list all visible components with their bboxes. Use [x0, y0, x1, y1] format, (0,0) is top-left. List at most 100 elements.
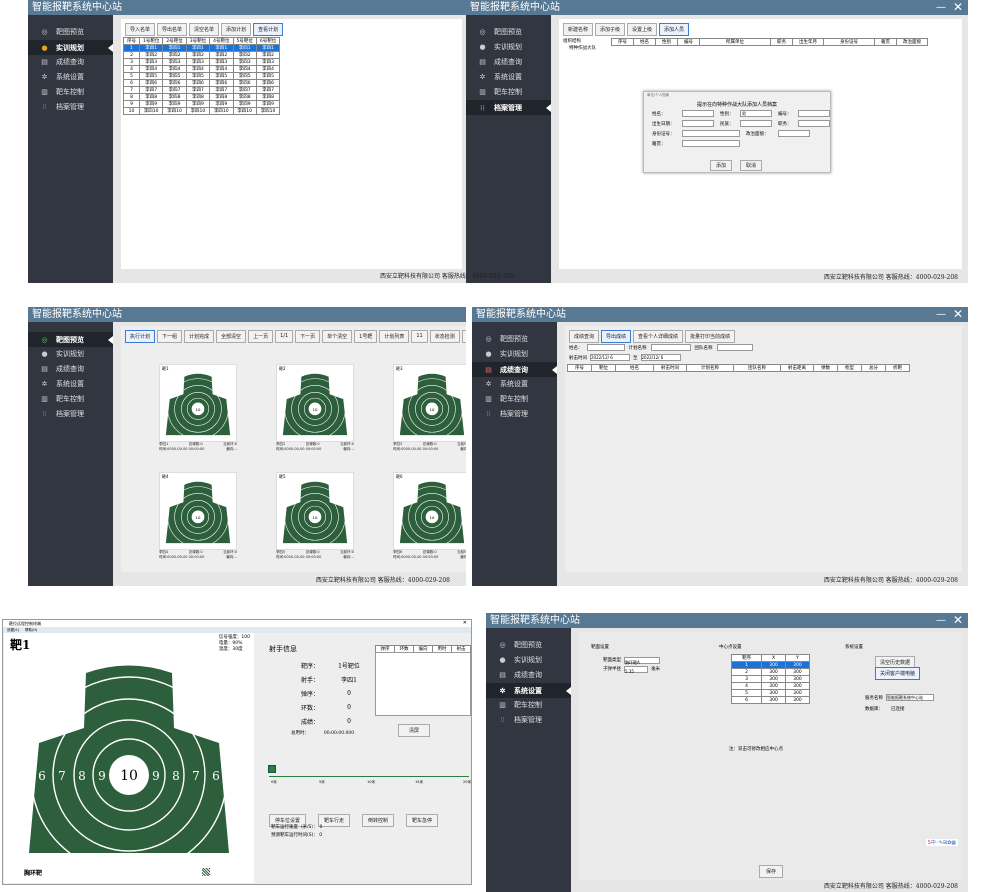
toolbar-button[interactable]: 定时射击 — [461, 330, 466, 343]
table-cell[interactable]: 李四9 — [138, 100, 164, 108]
sidebar-item-preview[interactable]: ◎ 靶图预览 — [28, 25, 113, 40]
sidebar-item-archive[interactable]: ⁞⁞ 档案管理 — [472, 407, 557, 422]
bullet-radius-input[interactable]: 5.35 — [624, 666, 648, 674]
table-cell[interactable]: 8 — [123, 93, 140, 101]
table-cell[interactable]: 李四4 — [138, 65, 164, 73]
sidebar-item-preview[interactable]: ◎ 靶图预览 — [472, 332, 557, 347]
ethnic-field[interactable] — [740, 120, 772, 127]
table-cell[interactable]: 6 — [123, 79, 140, 87]
table-cell[interactable]: 李四3 — [255, 58, 281, 66]
import-button[interactable]: 导入名单 — [125, 23, 156, 36]
table-cell[interactable]: 李四6 — [232, 79, 257, 87]
sidebar-item-score[interactable]: ▤ 成绩查询 — [466, 55, 551, 70]
table-cell[interactable]: 李四10 — [209, 107, 234, 115]
table-cell[interactable]: 1 — [731, 661, 762, 669]
table-cell[interactable]: 7 — [123, 86, 140, 94]
name-field[interactable] — [682, 110, 714, 117]
table-cell[interactable]: 李四8 — [185, 93, 211, 101]
table-cell[interactable]: 李四7 — [185, 86, 211, 94]
table-cell[interactable]: 李四8 — [232, 93, 257, 101]
table-cell[interactable]: 李四5 — [232, 72, 257, 80]
table-cell[interactable]: 李四6 — [162, 79, 187, 87]
server-name-input[interactable]: 智能报靶系统中心站 — [886, 694, 934, 701]
table-cell[interactable]: 李四6 — [138, 79, 164, 87]
table-cell[interactable]: 李四4 — [232, 65, 257, 73]
table-cell[interactable]: 李四3 — [232, 58, 257, 66]
table-cell[interactable]: 300 — [760, 675, 787, 683]
table-row[interactable]: 6 300 300 — [731, 696, 810, 704]
table-cell[interactable]: 李四3 — [138, 58, 164, 66]
table-cell[interactable]: 300 — [760, 696, 787, 704]
target-card[interactable]: 靶1 10 李四1 总弹数:0 当前环:0 时间:0000-00-00 00:00:… — [159, 364, 237, 452]
table-row[interactable]: 2 李四2 李四2 李四2 李四2 李四2 李四2 — [123, 51, 281, 59]
sidebar-item-archive[interactable]: ⁞⁞ 档案管理 — [466, 100, 551, 115]
origin-field[interactable] — [682, 140, 740, 147]
sidebar-item-archive[interactable]: ⁞⁞ 档案管理 — [28, 100, 113, 115]
table-row[interactable]: 7 李四7 李四7 李四7 李四7 李四7 李四7 — [123, 86, 281, 94]
sidebar-item-plan[interactable]: ● 实训规划 — [28, 40, 113, 55]
table-cell[interactable]: 3 — [731, 675, 762, 683]
close-icon[interactable]: ✕ — [953, 613, 963, 628]
team-input[interactable] — [716, 344, 753, 351]
sidebar-item-plan[interactable]: ● 实训规划 — [486, 653, 571, 668]
sidebar-item-plan[interactable]: ● 实训规划 — [466, 40, 551, 55]
sidebar-item-car[interactable]: ▥ 靶车控制 — [28, 392, 113, 407]
target-card[interactable]: 靶2 10 李四2 总弹数:0 当前环:0 时间:0000-00-00 00:00:… — [276, 364, 354, 452]
minimize-icon[interactable]: — — [936, 613, 946, 628]
table-cell[interactable]: 李四3 — [209, 58, 234, 66]
sidebar-item-settings[interactable]: ✲ 系统设置 — [486, 683, 571, 698]
table-cell[interactable]: 李四2 — [232, 51, 257, 59]
sidebar-item-settings[interactable]: ✲ 系统设置 — [472, 377, 557, 392]
table-row[interactable]: 9 李四9 李四9 李四9 李四9 李四9 李四9 — [123, 100, 281, 108]
sidebar-item-preview[interactable]: ◎ 靶图预览 — [466, 25, 551, 40]
toolbar-button[interactable]: 下一组 — [157, 330, 183, 343]
table-cell[interactable]: 李四3 — [162, 58, 187, 66]
table-cell[interactable]: 300 — [785, 668, 810, 676]
batch-print-button[interactable]: 批量打印当前成绩 — [685, 330, 736, 343]
table-cell[interactable]: 3 — [123, 58, 140, 66]
table-cell[interactable]: 李四9 — [209, 100, 234, 108]
table-cell[interactable]: 李四5 — [209, 72, 234, 80]
table-row[interactable]: 2 300 300 — [731, 668, 810, 676]
table-row[interactable]: 4 李四4 李四4 李四4 李四4 李四4 李四4 — [123, 65, 281, 73]
view-detail-button[interactable]: 查看个人详细成绩 — [633, 330, 684, 343]
export-score-button[interactable]: 导出成绩 — [601, 330, 632, 343]
target-card[interactable]: 靶6 10 李四6总弹数:0当前环:0 时间:0000-00-00 00:00:… — [393, 472, 466, 560]
table-cell[interactable]: 300 — [785, 661, 810, 669]
table-cell[interactable]: 5 — [123, 72, 140, 80]
table-cell[interactable]: 李四7 — [209, 86, 234, 94]
table-cell[interactable]: 李四7 — [232, 86, 257, 94]
table-cell[interactable]: 李四1 — [255, 44, 281, 52]
center-point-table[interactable]: 靶序 X Y 1 300 300 2 300 300 3 300 300 4 300 300 5 300 300 6… — [731, 654, 810, 704]
table-row[interactable]: 1 李四1 李四1 李四1 李四1 李四1 李四1 — [123, 44, 281, 52]
target-type-select[interactable]: 胸环靶A — [624, 657, 660, 665]
sidebar-item-settings[interactable]: ✲ 系统设置 — [28, 70, 113, 85]
table-cell[interactable]: 李四7 — [162, 86, 187, 94]
table-cell[interactable]: 李四6 — [255, 79, 281, 87]
sidebar-item-score[interactable]: ▤ 成绩查询 — [28, 55, 113, 70]
toolbar-button[interactable]: 1号靶 — [354, 330, 378, 343]
minimize-icon[interactable]: — — [936, 307, 946, 322]
table-cell[interactable]: 300 — [760, 668, 787, 676]
table-cell[interactable]: 李四2 — [185, 51, 211, 59]
toolbar-button[interactable]: 计划列表 — [379, 330, 410, 343]
org-tree[interactable]: 组织结构 特种作战大队 — [563, 38, 596, 52]
table-cell[interactable]: 李四9 — [162, 100, 187, 108]
add-person-button[interactable]: 添加人员 — [659, 23, 690, 36]
emergency-stop-button[interactable]: 靶车急停 — [406, 814, 439, 827]
sidebar-item-archive[interactable]: ⁞⁞ 档案管理 — [486, 713, 571, 728]
table-cell[interactable]: 李四10 — [185, 107, 211, 115]
table-cell[interactable]: 李四10 — [138, 107, 164, 115]
new-name-button[interactable]: 新建名称 — [563, 23, 594, 36]
table-cell[interactable]: 李四4 — [162, 65, 187, 73]
export-button[interactable]: 导出名单 — [157, 23, 188, 36]
table-cell[interactable]: 李四3 — [185, 58, 211, 66]
date-from-input[interactable]: 2022/12/ 6 — [590, 354, 630, 361]
target-card[interactable]: 靶5 10 李四5 总弹数:0 当前环:0 时间:0000-00-00 00:00:… — [276, 472, 354, 560]
duty-field[interactable] — [798, 120, 830, 127]
sidebar-item-score[interactable]: ▤ 成绩查询 — [472, 362, 557, 377]
table-cell[interactable]: 李四1 — [162, 44, 187, 52]
close-icon[interactable]: ✕ — [463, 620, 467, 627]
sidebar-item-score[interactable]: ▤ 成绩查询 — [486, 668, 571, 683]
table-cell[interactable]: 李四6 — [209, 79, 234, 87]
